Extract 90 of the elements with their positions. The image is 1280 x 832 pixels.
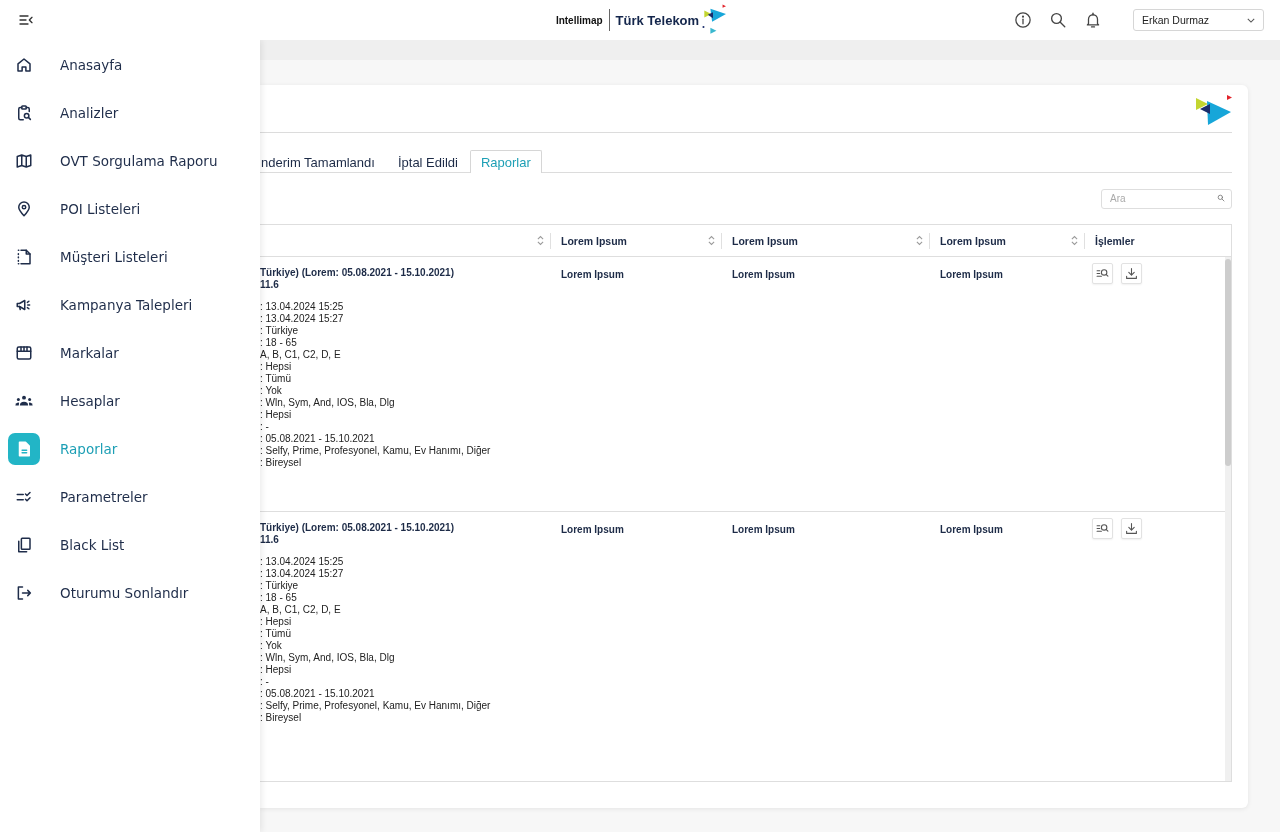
detail-line: : - xyxy=(260,676,270,688)
report-subtitle: 11.6 xyxy=(260,279,280,291)
detail-line: : 18 - 65 xyxy=(260,337,298,349)
sidebar-item[interactable]: POI Listeleri xyxy=(0,185,260,233)
info-icon[interactable] xyxy=(1014,11,1032,29)
sidebar-item[interactable]: Müşteri Listeleri xyxy=(0,233,260,281)
detail-line: : Hepsi xyxy=(260,616,293,628)
table-cell: Lorem Ipsum xyxy=(940,524,1003,535)
detail-line: : 18 - 65 xyxy=(260,592,298,604)
list-search-icon xyxy=(1096,267,1109,280)
detail-line: : Tümü xyxy=(260,628,292,640)
detail-line: A, B, C1, C2, D, E xyxy=(260,349,342,361)
detail-line: A, B, C1, C2, D, E xyxy=(260,604,342,616)
tab[interactable]: nderim Tamamlandı xyxy=(260,150,386,173)
user-dropdown[interactable]: Erkan Durmaz xyxy=(1133,9,1264,31)
copy-icon xyxy=(15,536,33,554)
detail-line: : Yok xyxy=(260,385,283,397)
details-button[interactable] xyxy=(1092,263,1113,284)
scrollbar-track[interactable] xyxy=(1225,257,1231,781)
brand-name: Intellimap xyxy=(555,14,603,26)
sort-icon[interactable] xyxy=(1071,235,1078,246)
list-search-icon xyxy=(1096,522,1109,535)
sidebar-item[interactable]: Analizler xyxy=(0,89,260,137)
search-icon[interactable] xyxy=(1049,11,1067,29)
download-icon xyxy=(1125,267,1138,280)
sidebar-item[interactable]: Kampanya Talepleri xyxy=(0,281,260,329)
detail-line: : Bireysel xyxy=(260,712,303,724)
sort-icon[interactable] xyxy=(537,235,544,246)
location-pin-icon xyxy=(15,200,33,218)
document-icon xyxy=(15,248,33,266)
logo-text: Türk Telekom xyxy=(615,12,700,28)
logout-icon xyxy=(15,584,33,602)
triangles-logo-icon xyxy=(1196,95,1232,125)
column-header: Lorem Ipsum xyxy=(732,234,798,247)
sidebar-item[interactable]: Markalar xyxy=(0,329,260,377)
sidebar-item[interactable]: Oturumu Sonlandır xyxy=(0,569,260,617)
detail-line: : 13.04.2024 15:25 xyxy=(260,556,345,568)
tab[interactable]: İptal Edildi xyxy=(386,150,469,173)
sidebar-item[interactable]: Parametreler xyxy=(0,473,260,521)
detail-line: : Selfy, Prime, Profesyonel, Kamu, Ev Hanımı, Diğer xyxy=(260,700,492,712)
table-cell: Lorem Ipsum xyxy=(732,524,795,535)
store-icon xyxy=(15,344,33,362)
sort-icon[interactable] xyxy=(916,235,923,246)
download-button[interactable] xyxy=(1121,518,1142,539)
table-cell: Lorem Ipsum xyxy=(561,524,624,535)
menu-icon[interactable] xyxy=(18,12,34,28)
detail-line: : Türkiye xyxy=(260,325,300,337)
details-button[interactable] xyxy=(1092,518,1113,539)
map-icon xyxy=(15,152,33,170)
detail-line: : 05.08.2021 - 15.10.2021 xyxy=(260,433,376,445)
column-header: İşlemler xyxy=(1095,234,1135,247)
report-title: Türkiye) (Lorem: 05.08.2021 - 15.10.2021) xyxy=(260,267,455,279)
sidebar-item[interactable]: Anasayfa xyxy=(0,41,260,89)
detail-line: : Hepsi xyxy=(260,409,293,421)
download-icon xyxy=(1125,522,1138,535)
column-header: Lorem Ipsum xyxy=(940,234,1006,247)
detail-line: : Wln, Sym, And, IOS, Bla, Dlg xyxy=(260,652,396,664)
sort-icon[interactable] xyxy=(708,235,715,246)
detail-line: : 05.08.2021 - 15.10.2021 xyxy=(260,688,376,700)
search-field[interactable]: Ara xyxy=(1101,188,1232,209)
detail-line: : 13.04.2024 15:27 xyxy=(260,313,345,325)
report-subtitle: 11.6 xyxy=(260,534,280,546)
sidebar-item[interactable]: Hesaplar xyxy=(0,377,260,425)
detail-line: : Hepsi xyxy=(260,664,293,676)
detail-line: : Tümü xyxy=(260,373,292,385)
detail-line: : 13.04.2024 15:27 xyxy=(260,568,345,580)
document-icon xyxy=(8,433,40,465)
report-title: Türkiye) (Lorem: 05.08.2021 - 15.10.2021) xyxy=(260,522,455,534)
home-icon xyxy=(15,56,33,74)
detail-line: : Türkiye xyxy=(260,580,300,592)
search-icon xyxy=(1217,194,1225,202)
table-cell: Lorem Ipsum xyxy=(940,269,1003,280)
detail-line: : Selfy, Prime, Profesyonel, Kamu, Ev Hanımı, Diğer xyxy=(260,445,492,457)
bell-icon[interactable] xyxy=(1084,11,1102,29)
sidebar-item[interactable]: OVT Sorgulama Raporu xyxy=(0,137,260,185)
scrollbar-thumb[interactable] xyxy=(1225,259,1231,466)
clipboard-search-icon xyxy=(15,104,33,122)
chevron-down-icon xyxy=(1247,17,1255,23)
detail-line: : Hepsi xyxy=(260,361,293,373)
detail-line: : Yok xyxy=(260,640,283,652)
triangles-logo-icon xyxy=(700,3,727,37)
detail-line: : - xyxy=(260,421,270,433)
detail-line: : Bireysel xyxy=(260,457,303,469)
column-header: Lorem Ipsum xyxy=(561,234,627,247)
detail-line: : Wln, Sym, And, IOS, Bla, Dlg xyxy=(260,397,396,409)
sidebar-item[interactable]: Black List xyxy=(0,521,260,569)
table-cell: Lorem Ipsum xyxy=(732,269,795,280)
table-cell: Lorem Ipsum xyxy=(561,269,624,280)
detail-line: : 13.04.2024 15:25 xyxy=(260,301,345,313)
download-button[interactable] xyxy=(1121,263,1142,284)
